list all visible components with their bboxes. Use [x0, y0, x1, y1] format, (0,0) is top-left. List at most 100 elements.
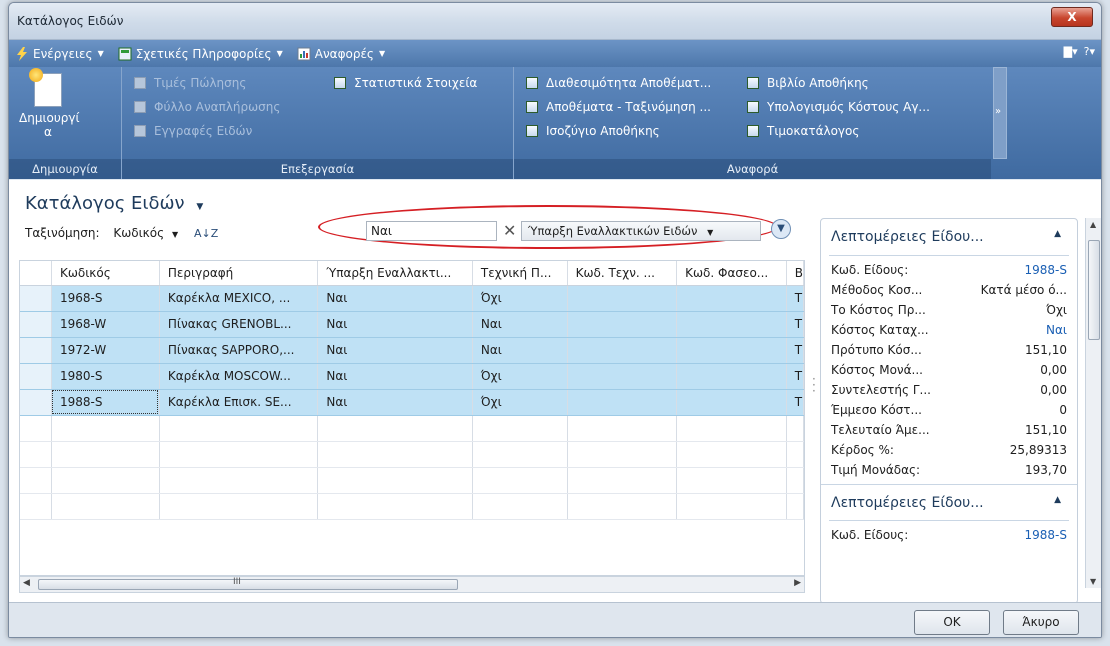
column-header[interactable]: Περιγραφή: [159, 261, 319, 286]
stock-availability-button[interactable]: Διαθεσιμότητα Αποθέματ...: [526, 76, 711, 90]
column-header[interactable]: Β: [786, 261, 804, 286]
table-cell[interactable]: Καρέκλα MEXICO, ...: [159, 285, 319, 312]
price-list-button[interactable]: Τιμοκατάλογος: [747, 124, 859, 138]
table-cell[interactable]: [567, 285, 678, 312]
table-cell[interactable]: T: [786, 311, 804, 338]
help-icon[interactable]: ?▾: [1084, 45, 1095, 58]
table-cell[interactable]: 1980-S: [51, 363, 160, 390]
filter-expand-icon[interactable]: ▼: [771, 219, 791, 239]
table-cell[interactable]: [567, 389, 678, 416]
table-cell[interactable]: 1972-W: [51, 337, 160, 364]
statistics-button[interactable]: Στατιστικά Στοιχεία: [334, 76, 477, 90]
ribbon-more-button[interactable]: »: [993, 67, 1007, 159]
cancel-button[interactable]: Άκυρο: [1003, 610, 1079, 635]
table-cell[interactable]: [676, 285, 787, 312]
scroll-thumb[interactable]: [1088, 240, 1100, 340]
table-cell[interactable]: 1988-S: [51, 389, 160, 416]
factbox-header[interactable]: Λεπτομέρειες Είδου... ▲: [821, 219, 1077, 251]
table-cell[interactable]: [676, 337, 787, 364]
table-cell[interactable]: Ναι: [317, 285, 473, 312]
table-cell[interactable]: [676, 363, 787, 390]
sort-az-icon[interactable]: A↓Z: [194, 227, 218, 240]
horizontal-scrollbar[interactable]: ◀ III ▶: [19, 576, 805, 593]
table-cell[interactable]: Όχι: [472, 389, 568, 416]
sort-selector[interactable]: Κωδικός ▼: [113, 226, 182, 240]
table-cell[interactable]: Όχι: [472, 363, 568, 390]
table-cell[interactable]: Ναι: [317, 337, 473, 364]
table-cell[interactable]: Όχι: [472, 285, 568, 312]
menu-related-info[interactable]: Σχετικές Πληροφορίες ▼: [118, 47, 283, 61]
column-header[interactable]: Ύπαρξη Εναλλακτι...: [317, 261, 473, 286]
table-cell[interactable]: Καρέκλα Επισκ. SE...: [159, 389, 319, 416]
table-cell[interactable]: Καρέκλα MOSCOW...: [159, 363, 319, 390]
factbox-header-2[interactable]: Λεπτομέρειες Είδου... ▲: [821, 484, 1077, 516]
row-selector[interactable]: [20, 337, 52, 364]
table-cell[interactable]: Ναι: [472, 337, 568, 364]
ok-button[interactable]: OK: [914, 610, 990, 635]
item-entries-button[interactable]: Εγγραφές Ειδών: [134, 124, 252, 138]
table-cell[interactable]: Πίνακας SAPPORO,...: [159, 337, 319, 364]
chevron-up-icon[interactable]: ▲: [1054, 229, 1061, 239]
close-button[interactable]: X: [1051, 7, 1093, 27]
warehouse-book-button[interactable]: Βιβλίο Αποθήκης: [747, 76, 869, 90]
table-cell[interactable]: Ναι: [472, 311, 568, 338]
scroll-down-icon[interactable]: ▼: [1090, 577, 1096, 586]
table-cell[interactable]: [567, 363, 678, 390]
stock-sorting-button[interactable]: Αποθέματα - Ταξινόμηση ...: [526, 100, 711, 114]
table-cell[interactable]: 1968-W: [51, 311, 160, 338]
clear-filter-icon[interactable]: ✕: [503, 221, 516, 240]
table-row[interactable]: 1968-S Καρέκλα MEXICO, ... Ναι Όχι T: [20, 285, 804, 312]
table-cell[interactable]: 1968-S: [51, 285, 160, 312]
menu-reports[interactable]: Αναφορές ▼: [297, 47, 385, 61]
table-cell[interactable]: T: [786, 363, 804, 390]
column-header[interactable]: Κωδ. Φασεο...: [676, 261, 787, 286]
factbox-fields: Κωδ. Είδους: 1988-S Μέθοδος Κοσ... Κατά μέσ…: [821, 256, 1077, 480]
factbox-field-value: 0,00: [1040, 383, 1067, 397]
list-title[interactable]: Κατάλογος Ειδών ▼: [25, 193, 203, 214]
panel-splitter-icon[interactable]: · · ·: [812, 373, 816, 397]
menu-actions[interactable]: Ενέργειες ▼: [15, 46, 104, 61]
column-header[interactable]: Κωδ. Τεχν. ...: [567, 261, 678, 286]
row-selector[interactable]: [20, 389, 52, 416]
table-cell[interactable]: [676, 389, 787, 416]
table-cell[interactable]: Ναι: [317, 389, 473, 416]
row-selector[interactable]: [20, 311, 52, 338]
scroll-right-icon[interactable]: ▶: [794, 578, 801, 588]
table-cell[interactable]: T: [786, 389, 804, 416]
filter-value-input[interactable]: Ναι: [366, 221, 497, 241]
filter-field-select[interactable]: Ύπαρξη Εναλλακτικών Ειδών ▼: [521, 221, 761, 241]
replenishment-sheet-button[interactable]: Φύλλο Αναπλήρωσης: [134, 100, 280, 114]
purchase-cost-calc-button[interactable]: Υπολογισμός Κόστους Αγ...: [747, 100, 930, 114]
create-button[interactable]: Δημιουργί α: [19, 68, 80, 139]
factbox-field-value[interactable]: 1988-S: [1025, 525, 1068, 545]
warehouse-balance-button[interactable]: Ισοζύγιο Αποθήκης: [526, 124, 660, 138]
factbox-field-value[interactable]: Ναι: [1046, 320, 1067, 340]
sales-prices-button[interactable]: Τιμές Πώλησης: [134, 76, 246, 90]
table-cell[interactable]: Ναι: [317, 311, 473, 338]
column-header[interactable]: Κωδικός: [51, 261, 160, 286]
vertical-scrollbar[interactable]: ▲ ▼: [1085, 218, 1101, 588]
table-row[interactable]: 1972-W Πίνακας SAPPORO,... Ναι Ναι T: [20, 337, 804, 364]
table-row[interactable]: 1968-W Πίνακας GRENOBL... Ναι Ναι T: [20, 311, 804, 338]
factbox-field-label: Πρότυπο Κόσ...: [831, 343, 922, 357]
report-icon: [747, 125, 759, 137]
row-selector[interactable]: [20, 285, 52, 312]
table-cell[interactable]: Ναι: [317, 363, 473, 390]
chevron-up-icon[interactable]: ▲: [1054, 495, 1061, 505]
table-row[interactable]: 1980-S Καρέκλα MOSCOW... Ναι Όχι T: [20, 363, 804, 390]
factbox-field-value[interactable]: 1988-S: [1025, 260, 1068, 280]
table-cell[interactable]: [567, 337, 678, 364]
row-selector[interactable]: [20, 363, 52, 390]
table-cell[interactable]: Πίνακας GRENOBL...: [159, 311, 319, 338]
table-cell[interactable]: [676, 311, 787, 338]
scroll-up-icon[interactable]: ▲: [1090, 220, 1096, 229]
layout-icon[interactable]: ▇▾: [1064, 45, 1078, 58]
factbox-field-label: Κωδ. Είδους:: [831, 528, 909, 542]
scroll-thumb[interactable]: III: [38, 577, 458, 590]
table-cell[interactable]: T: [786, 285, 804, 312]
table-row[interactable]: 1988-S Καρέκλα Επισκ. SE... Ναι Όχι T: [20, 389, 804, 416]
column-header[interactable]: Τεχνική Π...: [472, 261, 568, 286]
table-cell[interactable]: T: [786, 337, 804, 364]
scroll-left-icon[interactable]: ◀: [23, 578, 30, 588]
table-cell[interactable]: [567, 311, 678, 338]
